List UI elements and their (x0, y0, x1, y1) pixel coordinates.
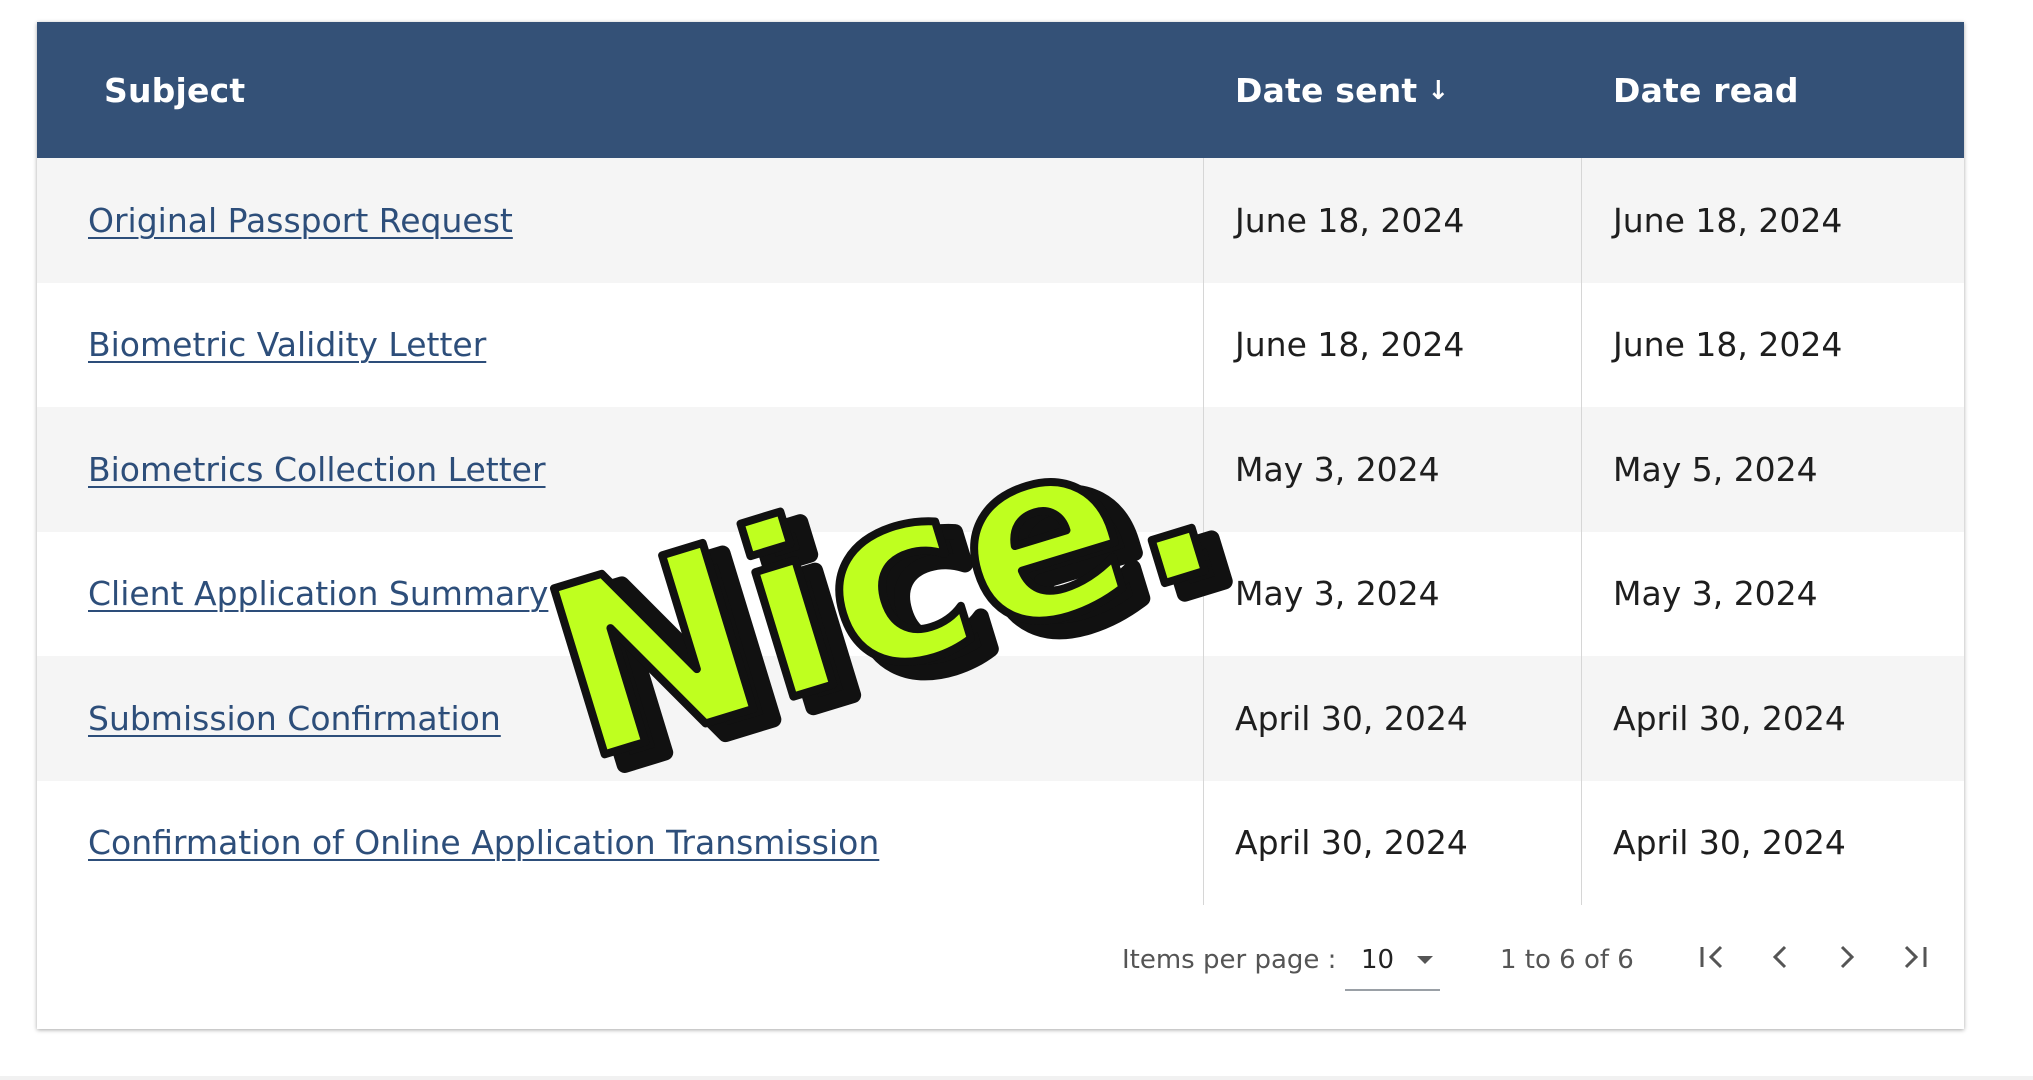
date-sent-cell: June 18, 2024 (1235, 200, 1465, 240)
column-header-date-read[interactable]: Date read (1613, 22, 1799, 158)
table-header: Subject Date sent ↓ Date read (37, 22, 1964, 158)
date-read-cell: June 18, 2024 (1613, 200, 1843, 240)
first-page-button[interactable] (1690, 935, 1734, 979)
subject-link[interactable]: Confirmation of Online Application Trans… (88, 823, 879, 862)
subject-link[interactable]: Biometric Validity Letter (88, 325, 486, 364)
date-read-cell: April 30, 2024 (1613, 698, 1846, 738)
next-page-button[interactable] (1825, 935, 1869, 979)
last-page-icon (1904, 945, 1927, 969)
arrow-down-icon: ↓ (1427, 76, 1450, 106)
previous-page-button[interactable] (1758, 935, 1802, 979)
subject-link[interactable]: Submission Confirmation (88, 699, 501, 738)
paginator: Items per page : 10 1 to 6 of 6 (37, 905, 1964, 1029)
date-sent-cell: April 30, 2024 (1235, 823, 1468, 863)
sticker-text: Nice. (520, 365, 1245, 785)
page-bottom-strip (0, 1076, 2033, 1080)
last-page-button[interactable] (1893, 935, 1937, 979)
caret-down-icon (1417, 956, 1433, 964)
page-range-label: 1 to 6 of 6 (1500, 945, 1634, 975)
chevron-right-icon (1840, 945, 1855, 969)
table-row: Confirmation of Online Application Trans… (37, 780, 1964, 905)
nice-sticker: Nice. Nice. (520, 365, 1273, 785)
date-read-cell: May 3, 2024 (1613, 574, 1818, 614)
items-per-page-value: 10 (1361, 945, 1395, 975)
first-page-icon (1700, 945, 1723, 969)
items-per-page-label: Items per page : (1122, 945, 1337, 975)
column-divider (1581, 158, 1582, 905)
chevron-left-icon (1772, 945, 1787, 969)
table-row: Original Passport Request June 18, 2024 … (37, 158, 1964, 283)
subject-link[interactable]: Original Passport Request (88, 201, 513, 240)
screen: Subject Date sent ↓ Date read Original P… (0, 0, 2033, 1080)
date-read-cell: June 18, 2024 (1613, 325, 1843, 365)
subject-link[interactable]: Client Application Summary (88, 574, 548, 613)
date-read-cell: April 30, 2024 (1613, 823, 1846, 863)
column-header-date-sent[interactable]: Date sent ↓ (1235, 22, 1449, 158)
date-read-cell: May 5, 2024 (1613, 449, 1818, 489)
column-header-subject[interactable]: Subject (104, 22, 245, 158)
items-per-page-select[interactable]: 10 (1345, 931, 1440, 991)
subject-link[interactable]: Biometrics Collection Letter (88, 450, 546, 489)
